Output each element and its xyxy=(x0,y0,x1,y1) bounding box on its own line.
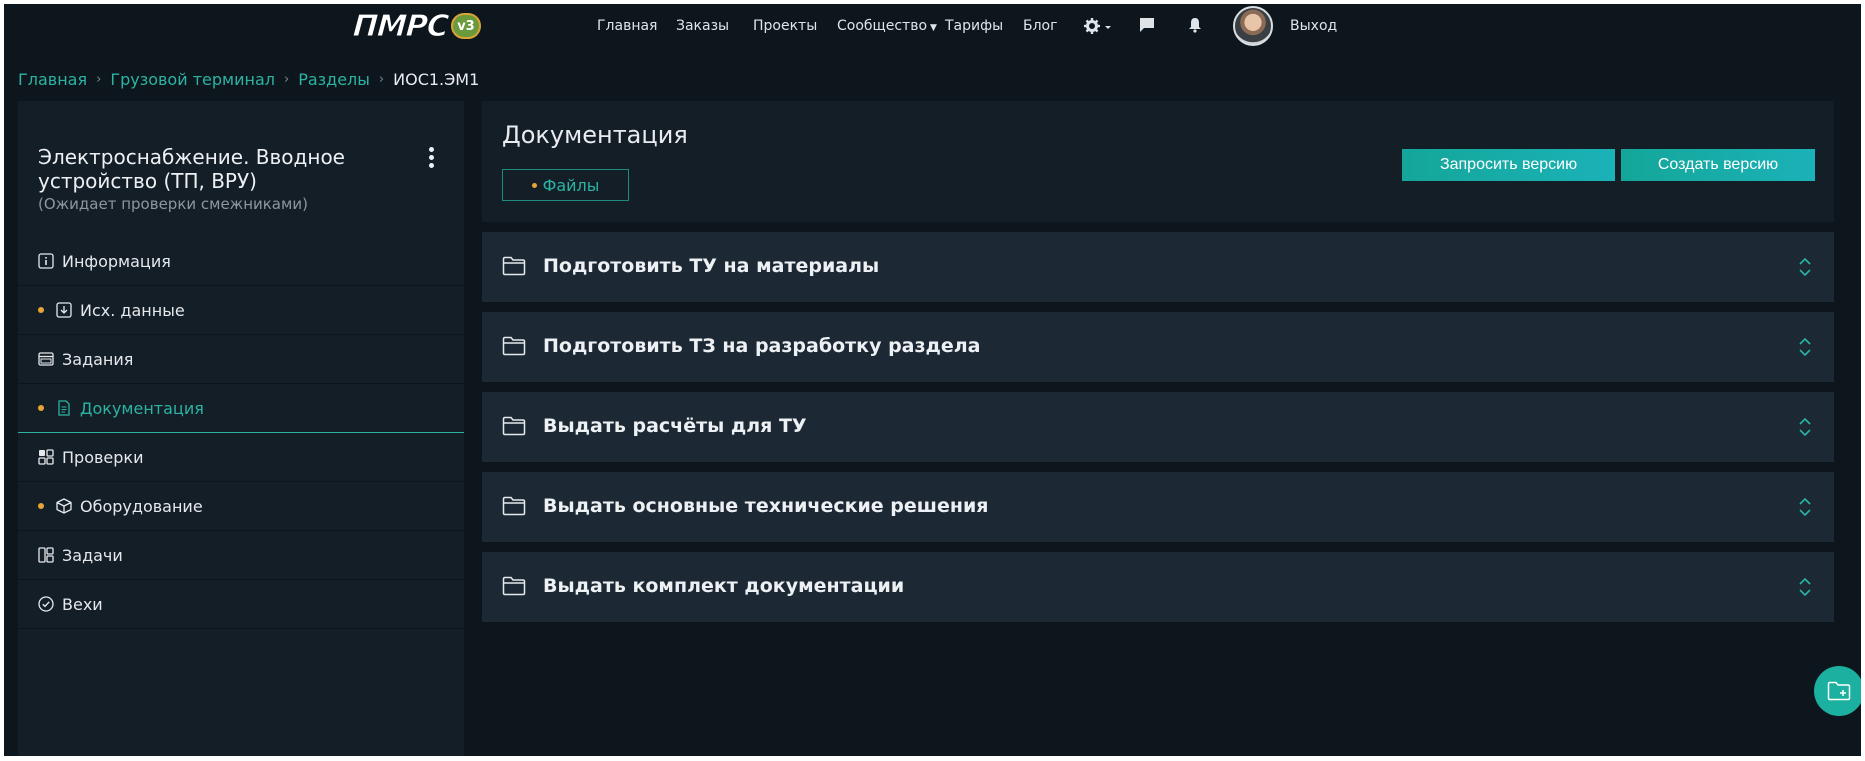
breadcrumb-separator: › xyxy=(283,72,290,87)
section-accordion-item[interactable]: Выдать расчёты для ТУ xyxy=(482,392,1834,462)
kebab-menu-icon[interactable] xyxy=(423,147,439,171)
download-icon xyxy=(56,302,72,318)
box-icon xyxy=(56,498,72,514)
sidebar-item-label: Информация xyxy=(62,251,171,271)
folder-icon xyxy=(502,256,526,276)
messages-button[interactable] xyxy=(1139,17,1155,37)
expand-chevron-icon[interactable] xyxy=(1798,577,1812,597)
section-sidebar: Электроснабжение. Вводное устройство (ТП… xyxy=(18,101,464,756)
nav-link-community[interactable]: Сообщество ▼ xyxy=(837,18,937,34)
expand-chevron-icon[interactable] xyxy=(1798,337,1812,357)
add-folder-button[interactable] xyxy=(1814,666,1861,716)
documentation-header: Документация Файлы Запросить версию Созд… xyxy=(482,101,1834,222)
folder-icon xyxy=(502,576,526,596)
nav-link-home[interactable]: Главная xyxy=(597,18,657,34)
sidebar-item-milestones[interactable]: Вехи xyxy=(18,580,464,629)
sidebar-item-label: Исх. данные xyxy=(80,300,185,320)
nav-link-projects[interactable]: Проекты xyxy=(753,18,817,34)
section-label: Выдать расчёты для ТУ xyxy=(543,415,807,437)
breadcrumb-separator: › xyxy=(378,72,385,87)
sidebar-item-label: Задачи xyxy=(62,545,123,565)
folder-icon xyxy=(502,416,526,436)
chevron-down-icon: ▼ xyxy=(930,23,937,33)
section-title: Электроснабжение. Вводное устройство (ТП… xyxy=(38,145,345,193)
sidebar-item-input-data[interactable]: Исх. данные xyxy=(18,286,464,335)
status-dot xyxy=(38,405,44,411)
section-label: Подготовить ТЗ на разработку раздела xyxy=(543,335,981,357)
create-version-button[interactable]: Создать версию xyxy=(1621,149,1815,181)
breadcrumb-sections[interactable]: Разделы xyxy=(298,70,370,89)
breadcrumb-project[interactable]: Грузовой терминал xyxy=(110,70,275,89)
sidebar-item-assignments[interactable]: Задания xyxy=(18,335,464,384)
nav-link-pricing[interactable]: Тарифы xyxy=(945,18,1003,34)
info-icon xyxy=(38,253,54,269)
sidebar-item-label: Задания xyxy=(62,349,134,369)
kanban-icon xyxy=(38,547,54,563)
bell-icon xyxy=(1189,18,1201,33)
sidebar-item-tasks[interactable]: Задачи xyxy=(18,531,464,580)
section-accordion-item[interactable]: Подготовить ТЗ на разработку раздела xyxy=(482,312,1834,382)
chat-icon xyxy=(1140,18,1154,32)
breadcrumb-separator: › xyxy=(96,72,102,87)
expand-chevron-icon[interactable] xyxy=(1798,497,1812,517)
section-accordion-item[interactable]: Выдать комплект документации xyxy=(482,552,1834,622)
tasks-window-icon xyxy=(38,351,54,367)
sidebar-item-label: Документация xyxy=(80,398,204,418)
breadcrumb-home[interactable]: Главная xyxy=(18,70,87,89)
top-navbar: ПМРС v3 Главная Заказы Проекты Сообществ… xyxy=(4,4,1861,48)
request-version-button[interactable]: Запросить версию xyxy=(1402,149,1615,181)
expand-chevron-icon[interactable] xyxy=(1798,257,1812,277)
breadcrumb-current: ИОС1.ЭМ1 xyxy=(393,70,480,89)
nav-link-community-label: Сообщество xyxy=(837,18,928,34)
folder-icon xyxy=(502,496,526,516)
nav-link-orders[interactable]: Заказы xyxy=(676,18,729,34)
section-status: (Ожидает проверки смежниками) xyxy=(38,195,308,213)
app-frame: ПМРС v3 Главная Заказы Проекты Сообществ… xyxy=(4,4,1861,756)
tab-files[interactable]: Файлы xyxy=(502,169,629,201)
logout-link[interactable]: Выход xyxy=(1290,18,1337,34)
status-dot xyxy=(38,503,44,509)
notifications-button[interactable] xyxy=(1188,17,1202,37)
section-label: Подготовить ТУ на материалы xyxy=(543,255,880,277)
breadcrumb: Главная › Грузовой терминал › Разделы › … xyxy=(18,70,479,89)
sidebar-item-documentation[interactable]: Документация xyxy=(18,384,464,433)
nav-link-blog[interactable]: Блог xyxy=(1023,18,1057,34)
version-badge: v3 xyxy=(450,13,481,39)
folder-plus-icon xyxy=(1827,681,1851,701)
section-label: Выдать основные технические решения xyxy=(543,495,989,517)
folder-icon xyxy=(502,336,526,356)
sidebar-menu: Информация Исх. данные Задания Документа… xyxy=(18,237,464,629)
logo[interactable]: ПМРС v3 xyxy=(351,8,481,44)
sidebar-item-label: Оборудование xyxy=(80,496,203,516)
sidebar-item-label: Проверки xyxy=(62,447,144,467)
settings-menu[interactable] xyxy=(1084,17,1112,39)
sidebar-item-label: Вехи xyxy=(62,594,103,614)
section-accordion-item[interactable]: Выдать основные технические решения xyxy=(482,472,1834,542)
sidebar-item-checks[interactable]: Проверки xyxy=(18,433,464,482)
section-label: Выдать комплект документации xyxy=(543,575,905,597)
tab-files-label: Файлы xyxy=(542,175,600,195)
grid-check-icon xyxy=(38,449,54,465)
status-dot xyxy=(38,307,44,313)
avatar[interactable] xyxy=(1233,6,1273,46)
section-accordion-item[interactable]: Подготовить ТУ на материалы xyxy=(482,232,1834,302)
document-icon xyxy=(56,400,72,416)
gear-icon xyxy=(1084,18,1111,34)
sidebar-item-info[interactable]: Информация xyxy=(18,237,464,286)
check-circle-icon xyxy=(38,596,54,612)
logo-text: ПМРС xyxy=(351,8,450,44)
page-title: Документация xyxy=(502,121,688,149)
status-dot xyxy=(531,182,537,188)
expand-chevron-icon[interactable] xyxy=(1798,417,1812,437)
sidebar-item-equipment[interactable]: Оборудование xyxy=(18,482,464,531)
